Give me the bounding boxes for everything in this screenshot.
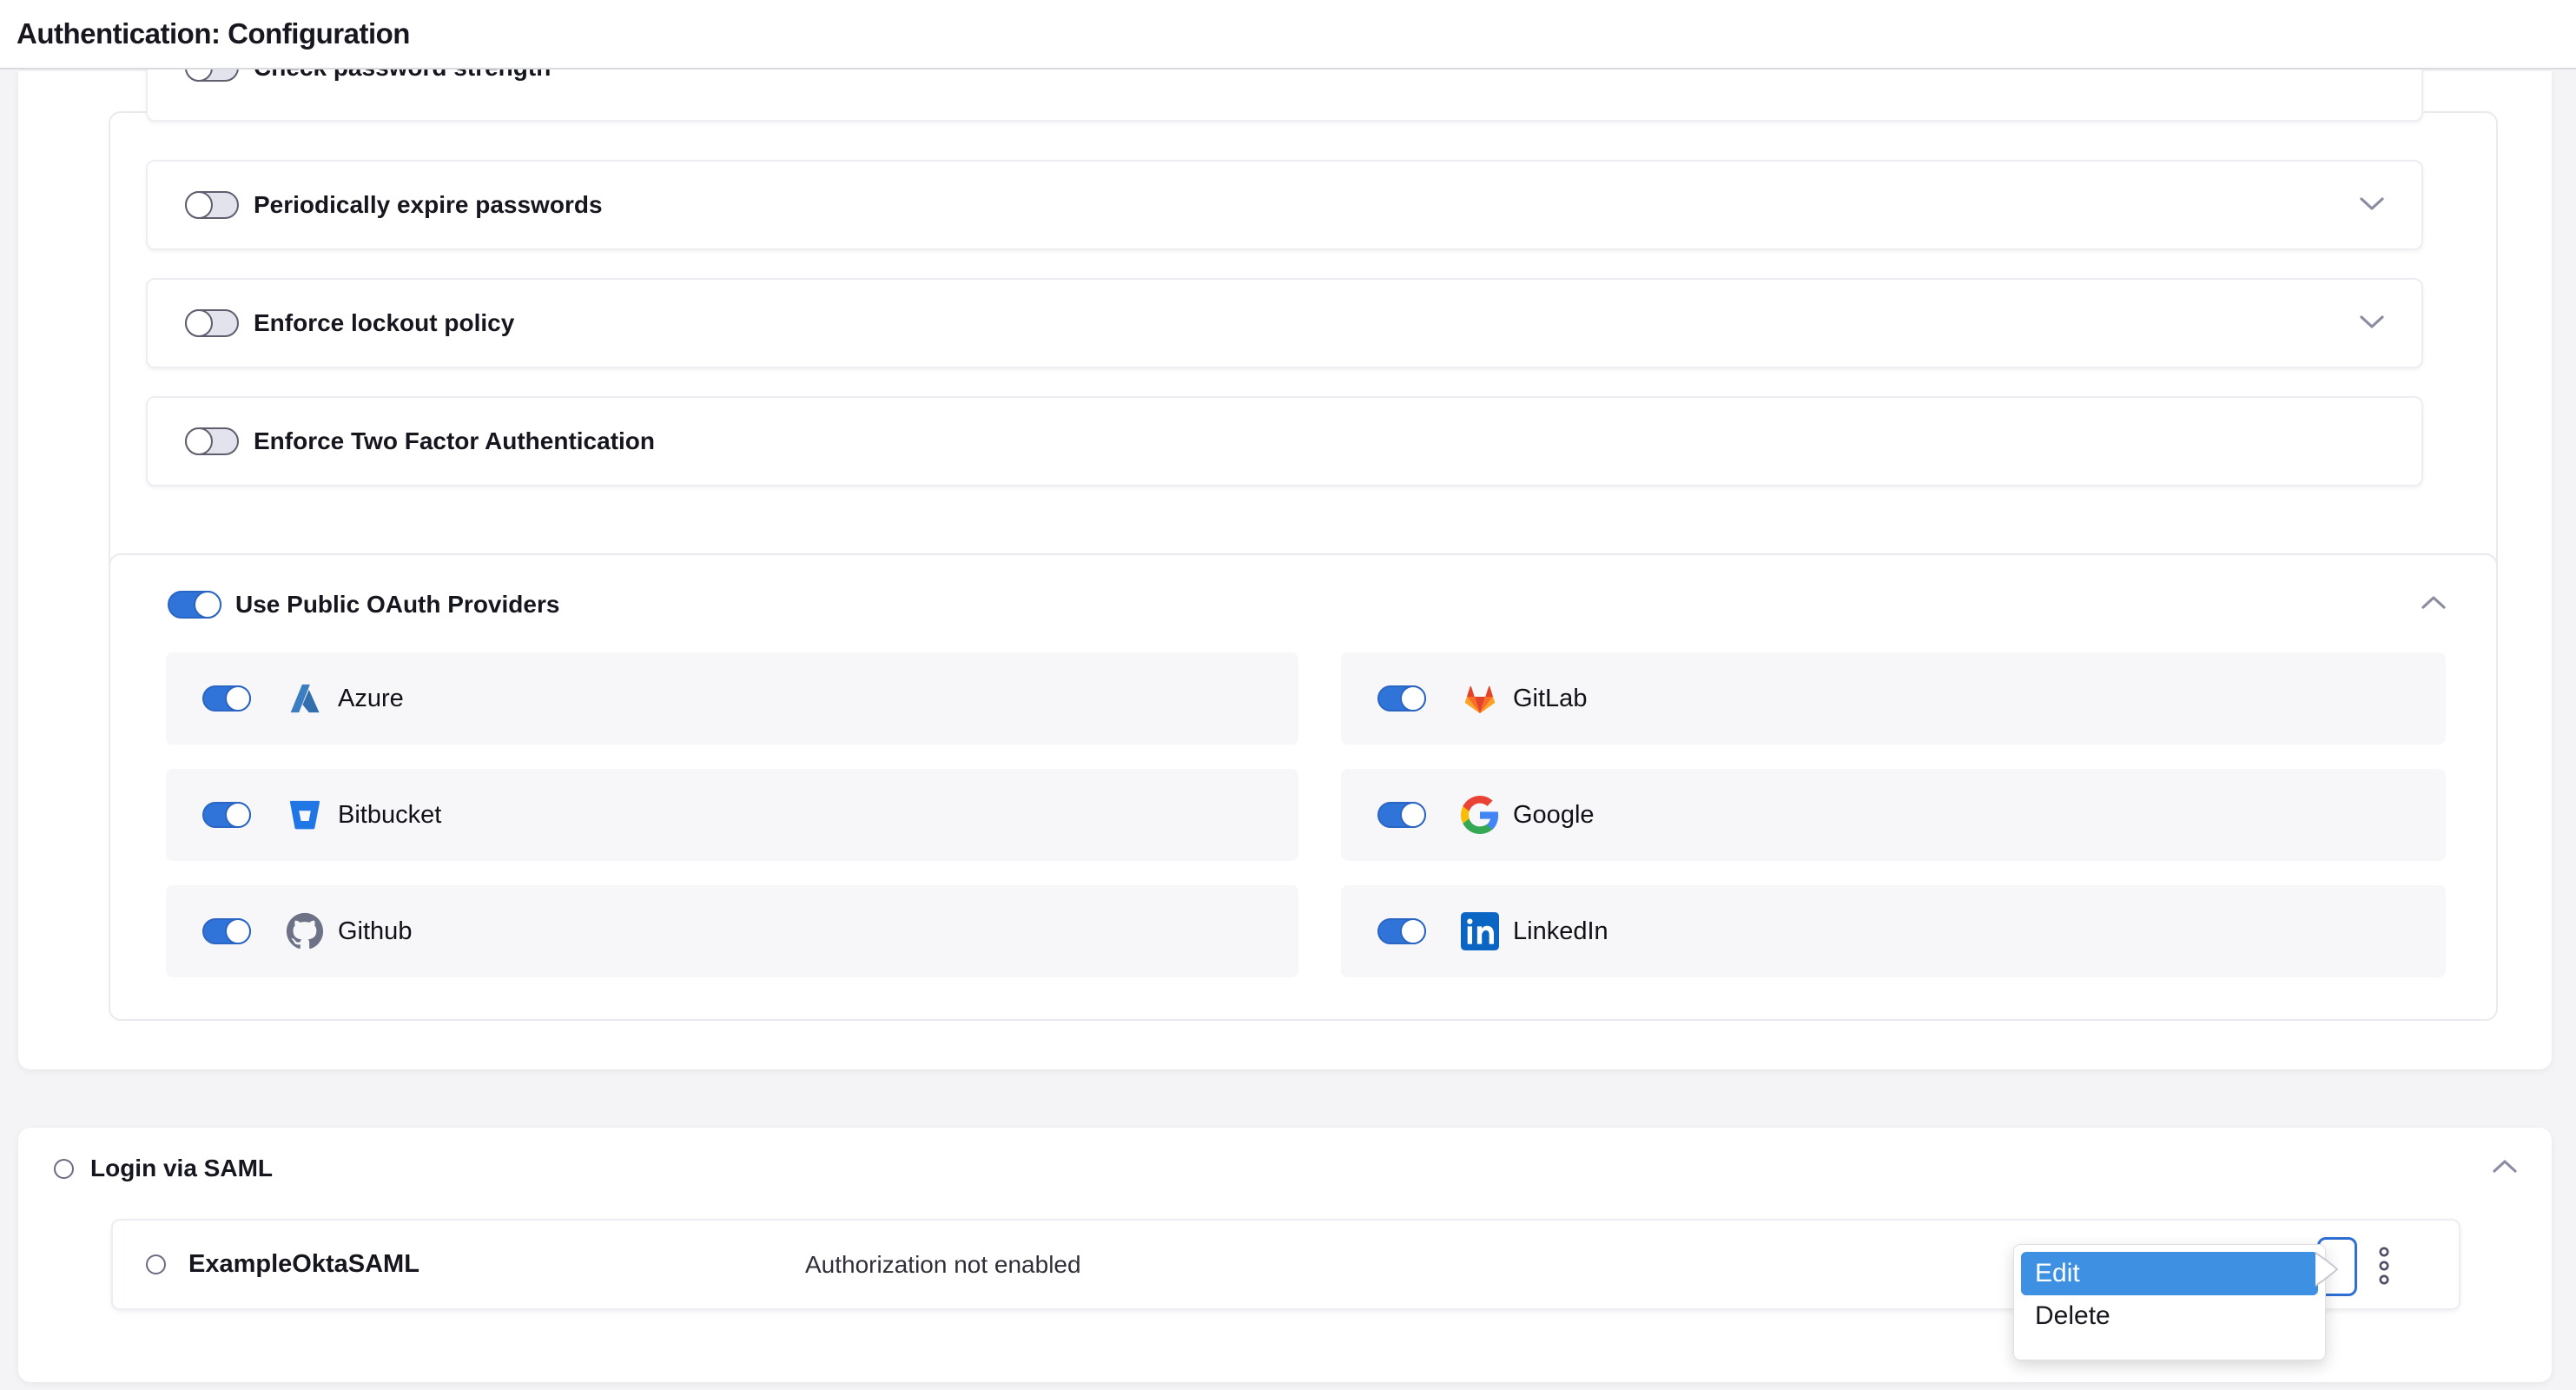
linkedin-icon — [1461, 912, 1499, 950]
toggle-off[interactable] — [185, 191, 239, 219]
context-menu-arrow — [2315, 1252, 2343, 1291]
toggle-off[interactable] — [185, 309, 239, 337]
radio-unselected[interactable] — [146, 1254, 166, 1274]
toggle-on[interactable] — [1377, 685, 1426, 712]
provider-row-github[interactable]: Github — [166, 885, 1298, 977]
toggle-on[interactable] — [1377, 918, 1426, 944]
chevron-down-icon[interactable] — [2359, 314, 2385, 334]
toggle-knob — [225, 685, 251, 712]
provider-label: Github — [338, 917, 412, 946]
toggle-on[interactable] — [202, 918, 251, 944]
chevron-up-icon[interactable] — [2421, 595, 2447, 615]
oauth-providers-section: Use Public OAuth Providers Azure — [109, 553, 2498, 1021]
oauth-section-header: Use Public OAuth Providers — [110, 555, 2496, 654]
toggle-row-label: Enforce Two Factor Authentication — [254, 427, 655, 455]
gitlab-icon — [1461, 679, 1499, 718]
toggle-row-label: Enforce lockout policy — [254, 309, 514, 337]
provider-row-gitlab[interactable]: GitLab — [1341, 652, 2446, 745]
toggle-knob — [185, 309, 213, 337]
chevron-down-icon[interactable] — [2359, 195, 2385, 215]
menu-item-edit[interactable]: Edit — [2021, 1252, 2318, 1295]
menu-item-delete[interactable]: Delete — [2021, 1295, 2318, 1337]
toggle-on[interactable] — [202, 802, 251, 828]
context-menu: Edit Delete — [2013, 1244, 2326, 1360]
github-icon — [286, 912, 324, 950]
toggle-knob — [185, 427, 213, 455]
toggle-row-expire-passwords[interactable]: Periodically expire passwords — [146, 160, 2423, 250]
provider-row-google[interactable]: Google — [1341, 769, 2446, 861]
radio-unselected[interactable] — [54, 1159, 74, 1179]
toggle-knob — [225, 918, 251, 944]
bitbucket-icon — [286, 796, 324, 834]
toggle-row-label: Periodically expire passwords — [254, 191, 603, 219]
provider-label: LinkedIn — [1513, 917, 1608, 946]
saml-section-label: Login via SAML — [90, 1155, 273, 1182]
provider-label: Google — [1513, 801, 1595, 830]
page-title: Authentication: Configuration — [17, 17, 410, 50]
oauth-provider-grid: Azure GitLab — [166, 652, 2446, 977]
chevron-up-icon[interactable] — [2492, 1159, 2518, 1179]
google-icon — [1461, 796, 1499, 834]
provider-row-linkedin[interactable]: LinkedIn — [1341, 885, 2446, 977]
oauth-section-label: Use Public OAuth Providers — [235, 591, 559, 619]
toggle-knob — [185, 191, 213, 219]
app-header: Authentication: Configuration — [0, 0, 2576, 70]
toggle-on[interactable] — [168, 591, 221, 619]
provider-label: GitLab — [1513, 685, 1587, 713]
toggle-on[interactable] — [202, 685, 251, 712]
provider-row-azure[interactable]: Azure — [166, 652, 1298, 745]
toggle-knob — [1400, 802, 1426, 828]
toggle-knob — [1400, 685, 1426, 712]
toggle-knob — [1400, 918, 1426, 944]
kebab-menu-icon[interactable] — [2376, 1247, 2392, 1285]
toggle-off[interactable] — [185, 427, 239, 455]
toggle-row-lockout-policy[interactable]: Enforce lockout policy — [146, 278, 2423, 368]
toggle-on[interactable] — [1377, 802, 1426, 828]
toggle-knob — [225, 802, 251, 828]
saml-item-label: ExampleOktaSAML — [188, 1250, 419, 1279]
toggle-knob — [194, 591, 221, 619]
provider-row-bitbucket[interactable]: Bitbucket — [166, 769, 1298, 861]
provider-label: Azure — [338, 685, 404, 713]
provider-label: Bitbucket — [338, 801, 441, 830]
toggle-row-two-factor[interactable]: Enforce Two Factor Authentication — [146, 396, 2423, 486]
saml-item-status: Authorization not enabled — [805, 1251, 1081, 1279]
azure-icon — [286, 679, 324, 718]
auth-settings-card: Check password strength Periodically exp… — [18, 71, 2552, 1069]
saml-section-header: Login via SAML — [18, 1128, 2552, 1209]
